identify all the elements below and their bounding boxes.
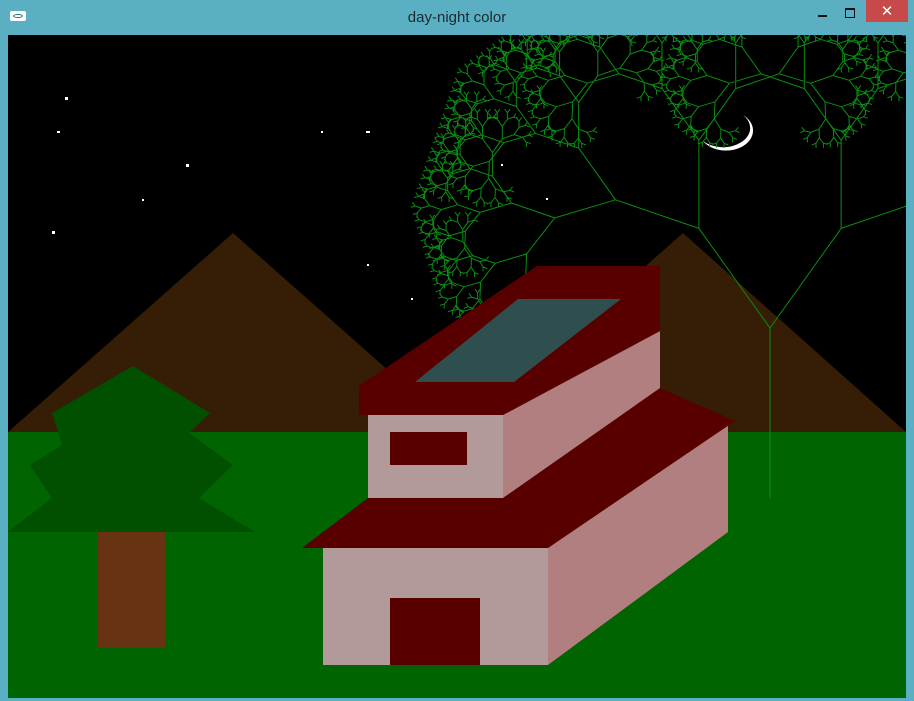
scene-drawing bbox=[8, 35, 906, 698]
star bbox=[321, 131, 323, 133]
star bbox=[52, 231, 55, 234]
star bbox=[142, 199, 144, 201]
star bbox=[367, 264, 369, 266]
maximize-button[interactable] bbox=[836, 0, 863, 26]
minimize-button[interactable] bbox=[809, 0, 836, 26]
pine-tree-trunk bbox=[98, 532, 165, 648]
star bbox=[366, 131, 370, 133]
house-door bbox=[390, 598, 480, 665]
minimize-icon bbox=[818, 15, 827, 17]
house-window bbox=[390, 432, 467, 465]
window-title: day-night color bbox=[407, 9, 507, 26]
star bbox=[546, 198, 548, 200]
scene-canvas[interactable] bbox=[8, 35, 906, 698]
star bbox=[186, 164, 189, 167]
close-icon: ✕ bbox=[880, 3, 894, 20]
star bbox=[411, 298, 413, 300]
star bbox=[57, 131, 60, 133]
maximize-icon bbox=[844, 8, 855, 18]
close-button[interactable]: ✕ bbox=[866, 0, 908, 22]
title-bar[interactable]: day-night color ✕ bbox=[0, 0, 914, 35]
star bbox=[501, 164, 503, 166]
star bbox=[65, 97, 68, 100]
app-window: day-night color ✕ bbox=[0, 0, 914, 701]
